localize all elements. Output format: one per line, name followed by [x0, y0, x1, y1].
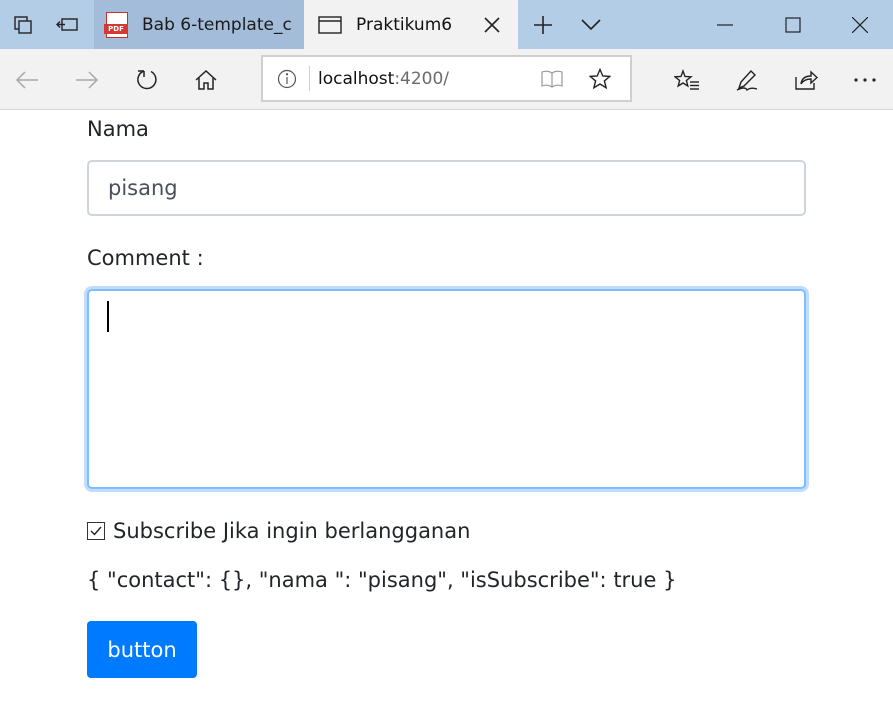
- url-host: localhost: [318, 68, 395, 89]
- pdf-icon: PDF: [104, 11, 128, 38]
- favorite-star-icon[interactable]: [586, 57, 614, 100]
- tab-label: Bab 6-template_c: [142, 14, 292, 35]
- submit-button[interactable]: button: [87, 621, 197, 678]
- back-icon[interactable]: [5, 49, 49, 110]
- nama-input-value: pisang: [108, 176, 178, 200]
- address-url[interactable]: localhost:4200/: [318, 57, 449, 100]
- nama-input[interactable]: pisang: [87, 160, 806, 216]
- favorites-hub-icon[interactable]: [665, 49, 709, 110]
- forward-icon[interactable]: [65, 49, 109, 110]
- checkmark-icon: [90, 526, 102, 536]
- set-aside-tabs-icon[interactable]: [52, 0, 82, 49]
- home-icon[interactable]: [184, 49, 228, 110]
- comment-textarea[interactable]: [87, 289, 806, 489]
- form-json-output: { "contact": {}, "nama ": "pisang", "isS…: [87, 568, 677, 592]
- more-options-icon[interactable]: [843, 49, 887, 110]
- tab-praktikum6[interactable]: Praktikum6: [304, 0, 518, 49]
- close-window-icon[interactable]: [827, 0, 893, 49]
- minimize-icon[interactable]: [691, 0, 759, 49]
- chevron-down-icon[interactable]: [576, 0, 606, 49]
- share-icon[interactable]: [784, 49, 828, 110]
- subscribe-label[interactable]: Subscribe Jika ingin berlangganan: [113, 519, 470, 543]
- maximize-icon[interactable]: [759, 0, 827, 49]
- refresh-icon[interactable]: [125, 49, 169, 110]
- tab-bar: PDF Bab 6-template_c Praktikum6: [0, 0, 893, 49]
- nama-label: Nama: [87, 117, 149, 141]
- tab-label: Praktikum6: [356, 14, 453, 35]
- text-caret: [107, 301, 109, 332]
- comment-label: Comment :: [87, 246, 204, 270]
- page-content: Nama pisang Comment : Subscribe Jika ing…: [0, 111, 893, 723]
- page-icon: [318, 15, 342, 35]
- new-tab-icon[interactable]: [528, 0, 558, 49]
- reading-view-icon[interactable]: [538, 57, 566, 100]
- site-info-icon[interactable]: [275, 57, 299, 100]
- tab-manager-icon[interactable]: [8, 0, 38, 49]
- url-path: :4200/: [394, 68, 450, 89]
- address-divider: [309, 66, 310, 91]
- pen-icon[interactable]: [725, 49, 769, 110]
- subscribe-row: Subscribe Jika ingin berlangganan: [87, 519, 470, 543]
- subscribe-checkbox[interactable]: [87, 522, 105, 540]
- tab-bab6-pdf[interactable]: PDF Bab 6-template_c: [94, 0, 304, 49]
- navigation-bar: localhost:4200/: [0, 49, 893, 110]
- close-tab-icon[interactable]: [480, 0, 504, 49]
- address-bar[interactable]: localhost:4200/: [261, 55, 632, 102]
